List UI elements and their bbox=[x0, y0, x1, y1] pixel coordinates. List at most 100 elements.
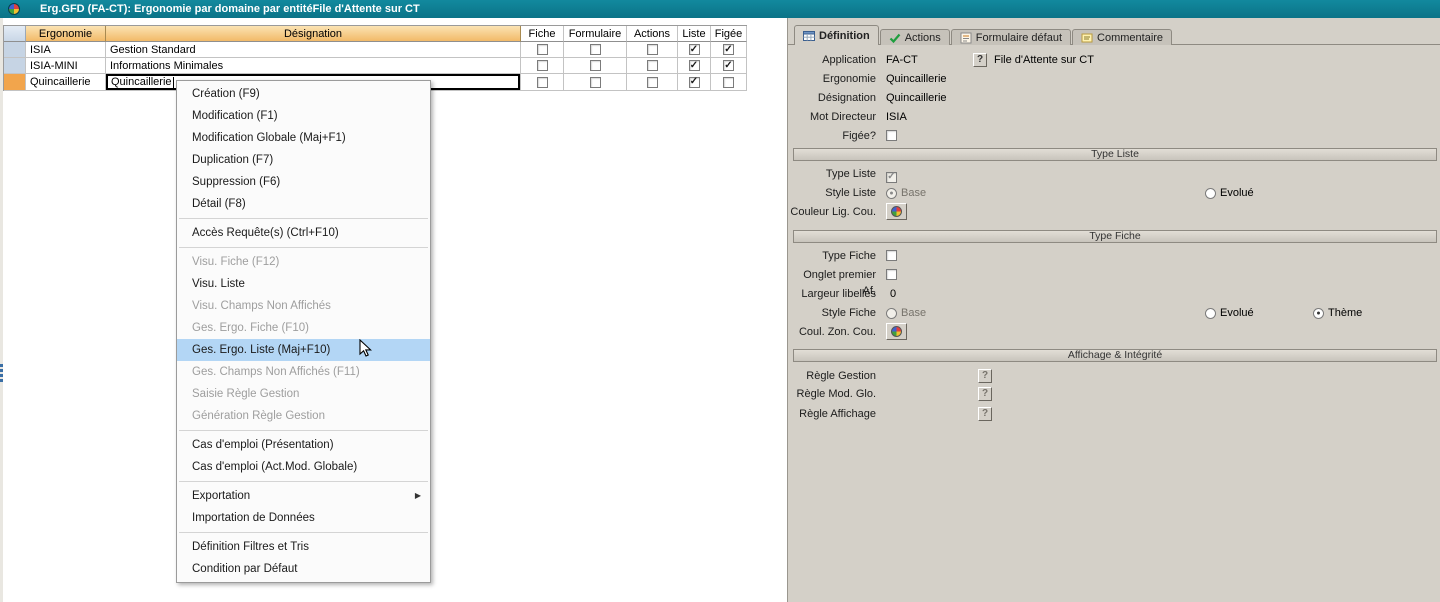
menu-item-definition-filtres-et-tris[interactable]: Définition Filtres et Tris bbox=[177, 536, 430, 558]
checkbox-actions[interactable] bbox=[646, 60, 658, 71]
column-header-ergonomie[interactable]: Ergonomie bbox=[26, 26, 106, 42]
coul-zon-cou-button[interactable] bbox=[886, 323, 907, 340]
checkbox-figee[interactable]: ✓ bbox=[723, 44, 734, 55]
field-mot-directeur: Mot Directeur ISIA bbox=[809, 111, 907, 123]
cell-ergonomie[interactable]: ISIA-MINI bbox=[26, 58, 106, 74]
menu-separator bbox=[179, 481, 428, 482]
menu-item-detail[interactable]: Détail (F8) bbox=[177, 193, 430, 215]
checkbox-fiche[interactable] bbox=[536, 60, 548, 71]
menu-item-visu-liste[interactable]: Visu. Liste bbox=[177, 273, 430, 295]
column-header-formulaire[interactable]: Formulaire bbox=[564, 26, 627, 42]
checkbox-actions[interactable] bbox=[646, 76, 658, 88]
checkbox-actions[interactable] bbox=[646, 44, 658, 55]
checkbox-liste[interactable]: ✓ bbox=[688, 44, 700, 55]
palette-icon bbox=[891, 326, 902, 337]
cell-ergonomie[interactable]: Quincaillerie bbox=[26, 74, 106, 91]
checkbox-figee[interactable] bbox=[723, 76, 734, 88]
couleur-lig-cou-button[interactable] bbox=[886, 203, 907, 220]
menu-item-creation[interactable]: Création (F9) bbox=[177, 83, 430, 105]
mot-directeur-value: ISIA bbox=[886, 111, 907, 123]
menu-separator bbox=[179, 218, 428, 219]
field-largeur-libelles: Largeur libellés 0 bbox=[801, 288, 897, 300]
column-header-figee[interactable]: Figée bbox=[711, 26, 747, 42]
menu-separator bbox=[179, 430, 428, 431]
menu-item-condition-par-defaut[interactable]: Condition par Défaut bbox=[177, 558, 430, 580]
tab-commentaire[interactable]: Commentaire bbox=[1072, 29, 1173, 45]
tab-actions[interactable]: Actions bbox=[879, 29, 950, 45]
table-header-row: Ergonomie Désignation Fiche Formulaire A… bbox=[4, 26, 747, 42]
tab-formulaire-defaut[interactable]: Formulaire défaut bbox=[950, 29, 1072, 45]
checkbox-figee[interactable]: ✓ bbox=[723, 60, 734, 71]
tab-definition[interactable]: Définition bbox=[794, 25, 879, 45]
checkbox-formulaire[interactable] bbox=[589, 76, 601, 88]
row-selector[interactable] bbox=[4, 42, 26, 58]
onglet-premier-af-checkbox[interactable] bbox=[886, 269, 897, 280]
menu-item-ges-ergo-fiche: Ges. Ergo. Fiche (F10) bbox=[192, 322, 309, 334]
row-selector-header[interactable] bbox=[4, 26, 26, 42]
menu-item-ges-ergo-liste[interactable]: Ges. Ergo. Liste (Maj+F10) bbox=[177, 339, 430, 361]
menu-item-suppression[interactable]: Suppression (F6) bbox=[177, 171, 430, 193]
checkbox-fiche[interactable] bbox=[536, 44, 548, 55]
checkbox-liste[interactable]: ✓ bbox=[688, 60, 700, 71]
menu-item-exportation[interactable]: Exportation ▶ bbox=[177, 485, 430, 507]
menu-item-generation-regle-gestion: Génération Règle Gestion bbox=[192, 410, 325, 422]
field-application: Application FA-CT ? File d'Attente sur C… bbox=[822, 53, 1094, 67]
ergonomie-value: Quincaillerie bbox=[886, 73, 947, 85]
menu-item-importation-de-donnees[interactable]: Importation de Données bbox=[177, 507, 430, 529]
figee-checkbox[interactable] bbox=[886, 130, 897, 141]
checkbox-liste[interactable]: ✓ bbox=[688, 76, 700, 88]
designation-edit-value: Quincaillerie bbox=[111, 76, 172, 88]
menu-item-acces-requetes[interactable]: Accès Requête(s) (Ctrl+F10) bbox=[177, 222, 430, 244]
cell-ergonomie[interactable]: ISIA bbox=[26, 42, 106, 58]
menu-item-modification-globale[interactable]: Modification Globale (Maj+F1) bbox=[177, 127, 430, 149]
checkbox-fiche[interactable] bbox=[536, 76, 548, 88]
text-caret bbox=[172, 76, 174, 88]
field-type-liste: Type Liste ✓ bbox=[825, 168, 897, 183]
regle-mod-glo-help-button[interactable]: ? bbox=[978, 387, 992, 401]
table-row[interactable]: ISIA-MINI Informations Minimales ✓ ✓ bbox=[4, 58, 747, 74]
menu-item-ges-champs-non-affiches: Ges. Champs Non Affichés (F11) bbox=[192, 366, 360, 378]
menu-item-cas-emploi-presentation[interactable]: Cas d'emploi (Présentation) bbox=[177, 434, 430, 456]
menu-item-duplication[interactable]: Duplication (F7) bbox=[177, 149, 430, 171]
field-style-liste: Style Liste ● Base Evolué bbox=[825, 187, 1254, 199]
field-regle-gestion: Règle Gestion ? bbox=[788, 368, 1440, 384]
checkbox-formulaire[interactable] bbox=[589, 44, 601, 55]
row-selector[interactable] bbox=[4, 58, 26, 74]
column-header-fiche[interactable]: Fiche bbox=[521, 26, 564, 42]
table-row[interactable]: ISIA Gestion Standard ✓ ✓ bbox=[4, 42, 747, 58]
radio-style-liste-evolue[interactable] bbox=[1205, 187, 1216, 199]
menu-item-visu-champs-non-affiches: Visu. Champs Non Affichés bbox=[192, 300, 331, 312]
section-header-type-fiche: Type Fiche bbox=[793, 230, 1437, 243]
regle-gestion-help-button[interactable]: ? bbox=[978, 369, 992, 383]
menu-item-saisie-regle-gestion: Saisie Règle Gestion bbox=[192, 388, 300, 400]
section-header-type-liste: Type Liste bbox=[793, 148, 1437, 161]
regle-affichage-help-button[interactable]: ? bbox=[978, 407, 992, 421]
application-description: File d'Attente sur CT bbox=[994, 54, 1094, 66]
application-value: FA-CT bbox=[886, 54, 918, 66]
note-icon bbox=[1081, 33, 1093, 42]
type-fiche-checkbox[interactable] bbox=[886, 250, 897, 261]
radio-style-fiche-theme[interactable]: ● bbox=[1313, 307, 1324, 319]
field-type-fiche: Type Fiche bbox=[788, 248, 1440, 264]
cell-designation[interactable]: Gestion Standard bbox=[106, 42, 521, 58]
menu-item-visu-fiche: Visu. Fiche (F12) bbox=[192, 256, 280, 268]
menu-separator bbox=[179, 532, 428, 533]
column-header-liste[interactable]: Liste bbox=[678, 26, 711, 42]
radio-style-liste-base: ● bbox=[886, 187, 897, 199]
grid-icon bbox=[803, 30, 815, 41]
menu-item-modification[interactable]: Modification (F1) bbox=[177, 105, 430, 127]
radio-style-fiche-evolue[interactable] bbox=[1205, 307, 1216, 319]
field-regle-affichage: Règle Affichage ? bbox=[788, 406, 1440, 422]
field-figee: Figée? bbox=[788, 128, 1440, 144]
green-check-icon bbox=[889, 33, 901, 43]
cell-designation[interactable]: Informations Minimales bbox=[106, 58, 521, 74]
form-icon bbox=[960, 32, 972, 43]
column-header-actions[interactable]: Actions bbox=[627, 26, 678, 42]
mouse-cursor bbox=[359, 339, 372, 357]
checkbox-formulaire[interactable] bbox=[589, 60, 601, 71]
row-selector-current[interactable] bbox=[4, 74, 26, 91]
application-help-button[interactable]: ? bbox=[973, 53, 987, 67]
menu-item-cas-emploi-act-mod-globale[interactable]: Cas d'emploi (Act.Mod. Globale) bbox=[177, 456, 430, 478]
radio-style-fiche-base[interactable] bbox=[886, 307, 897, 319]
column-header-designation[interactable]: Désignation bbox=[106, 26, 521, 42]
